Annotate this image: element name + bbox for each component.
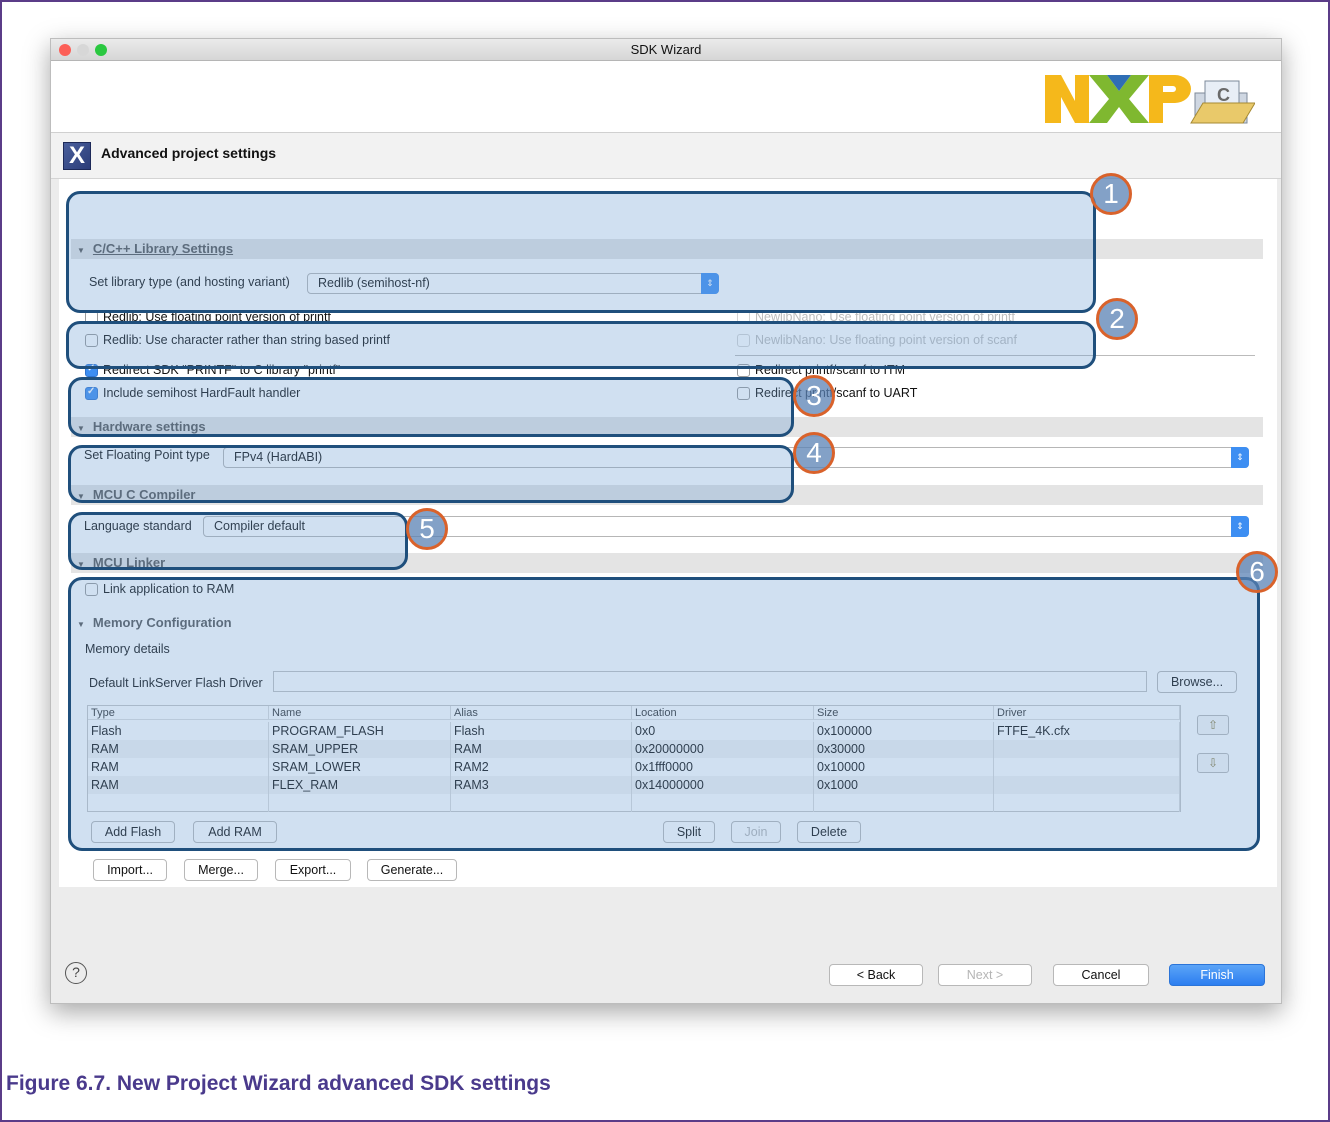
close-window-button[interactable] <box>59 44 71 56</box>
import-button[interactable]: Import... <box>93 859 167 881</box>
wizard-banner: C <box>51 61 1281 133</box>
export-button[interactable]: Export... <box>275 859 351 881</box>
page-title: Advanced project settings <box>101 145 277 161</box>
window-title: SDK Wizard <box>630 42 702 57</box>
callout-badge-3: 3 <box>793 375 835 417</box>
svg-text:C: C <box>1217 85 1230 105</box>
generate-button[interactable]: Generate... <box>367 859 457 881</box>
callout-badge-2: 2 <box>1096 298 1138 340</box>
callout-region-4 <box>68 445 794 503</box>
callout-badge-6: 6 <box>1236 551 1278 593</box>
callout-region-1 <box>66 191 1096 313</box>
cancel-button[interactable]: Cancel <box>1053 964 1149 986</box>
next-button[interactable]: Next > <box>938 964 1032 986</box>
figure-caption: Figure 6.7. New Project Wizard advanced … <box>6 1072 551 1095</box>
page-header: X Advanced project settings <box>51 133 1281 179</box>
callout-badge-4: 4 <box>793 432 835 474</box>
merge-button[interactable]: Merge... <box>184 859 258 881</box>
minimize-window-button[interactable] <box>77 44 89 56</box>
callout-region-6 <box>68 577 1260 851</box>
callout-badge-1: 1 <box>1090 173 1132 215</box>
callout-badge-5: 5 <box>406 508 448 550</box>
back-button[interactable]: < Back <box>829 964 923 986</box>
callout-region-3 <box>68 377 794 437</box>
zoom-window-button[interactable] <box>95 44 107 56</box>
callout-region-5 <box>68 512 408 570</box>
select-arrows-icon: ⇕ <box>1231 516 1249 537</box>
title-bar: SDK Wizard <box>51 39 1281 61</box>
help-icon[interactable]: ? <box>65 962 87 984</box>
wizard-footer: ? < Back Next > Cancel Finish <box>51 887 1281 1003</box>
nxp-logo: C <box>1045 75 1255 124</box>
mcuxpresso-icon: X <box>63 142 91 170</box>
finish-button[interactable]: Finish <box>1169 964 1265 986</box>
select-arrows-icon: ⇕ <box>1231 447 1249 468</box>
callout-region-2 <box>66 321 1096 369</box>
